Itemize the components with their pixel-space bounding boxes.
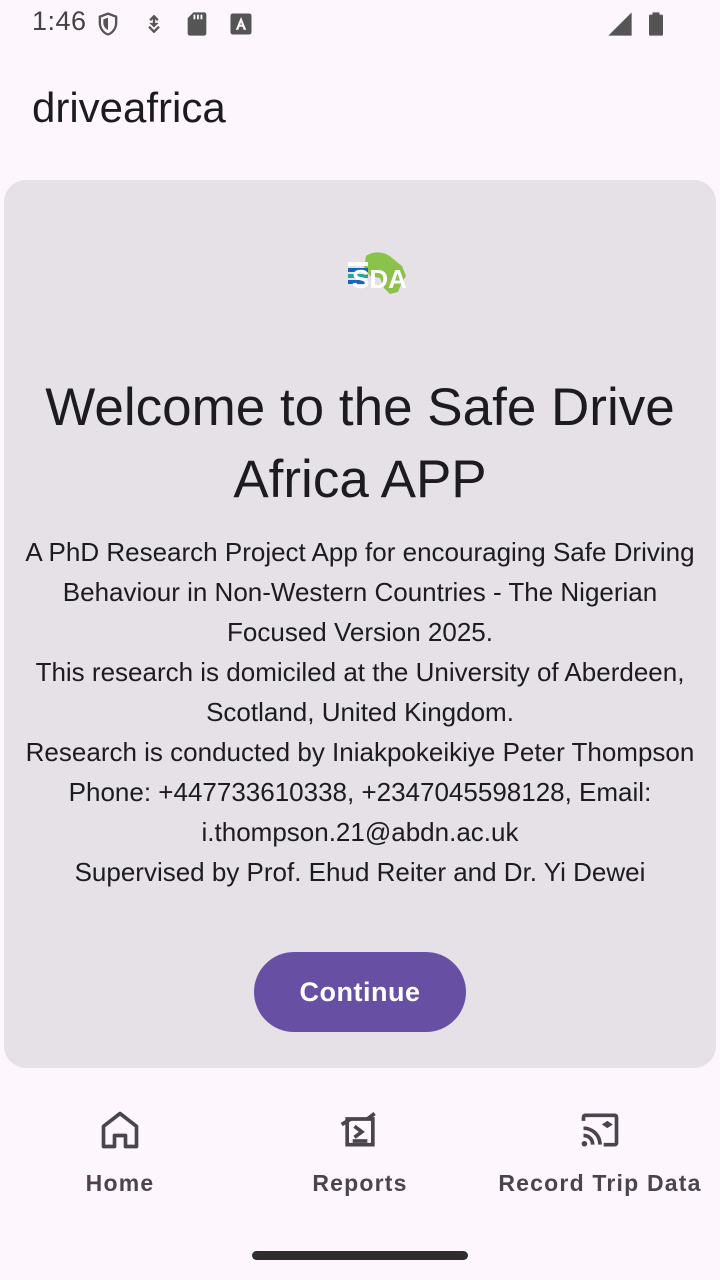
home-icon [98, 1108, 142, 1152]
reports-icon [338, 1108, 382, 1152]
nav-item-reports[interactable]: Reports [240, 1068, 480, 1228]
nav-label-reports: Reports [312, 1170, 408, 1196]
description-line: Phone: +447733610338, +2347045598128, Em… [68, 777, 652, 847]
battery-icon [642, 10, 670, 38]
signal-icon [606, 10, 634, 38]
logo-text: SDA [352, 264, 407, 294]
download-icon [140, 10, 168, 38]
description-line: Supervised by Prof. Ehud Reiter and Dr. … [74, 857, 646, 887]
app-title: driveafrica [32, 84, 226, 131]
description: A PhD Research Project App for encouragi… [20, 532, 700, 892]
description-line: A PhD Research Project App for encouragi… [25, 537, 695, 647]
font-a-icon [227, 10, 255, 38]
status-bar: 1:46 [0, 0, 720, 48]
record-trip-icon [578, 1108, 622, 1152]
welcome-card: SDA Welcome to the Safe Drive Africa APP… [4, 180, 716, 1068]
nav-item-home[interactable]: Home [0, 1068, 240, 1228]
sd-card-icon [183, 10, 211, 38]
status-time: 1:46 [32, 6, 87, 36]
sda-logo: SDA [344, 248, 414, 298]
nav-label-home: Home [85, 1170, 155, 1196]
shield-icon [94, 10, 122, 38]
description-line: Research is conducted by Iniakpokeikiye … [25, 737, 695, 767]
home-indicator[interactable] [252, 1251, 468, 1260]
nav-label-record-trip-data: Record Trip Data [498, 1170, 702, 1196]
bottom-navigation: Home Reports Record Trip Data [0, 1068, 720, 1228]
continue-button[interactable]: Continue [254, 952, 466, 1032]
nav-item-record-trip-data[interactable]: Record Trip Data [480, 1068, 720, 1228]
description-line: This research is domiciled at the Univer… [35, 657, 685, 727]
welcome-title: Welcome to the Safe Drive Africa APP [45, 378, 675, 509]
